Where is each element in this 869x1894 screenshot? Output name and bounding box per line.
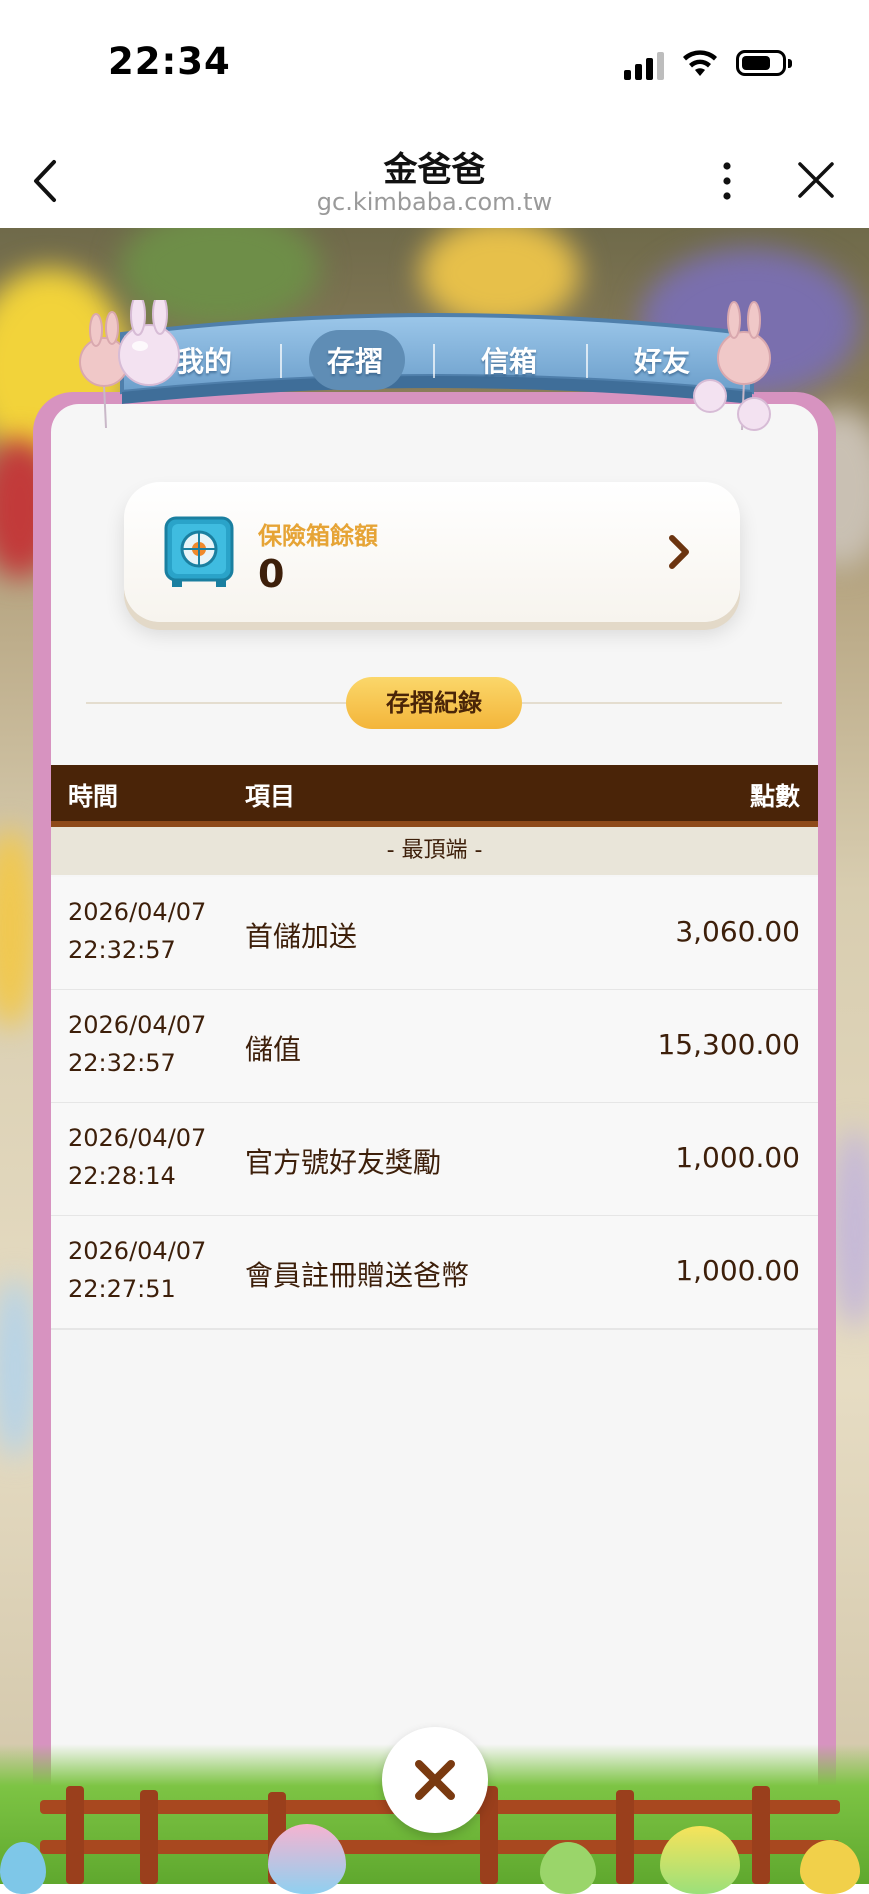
table-row: 2026/04/07 22:32:57 首儲加送 3,060.00: [51, 877, 818, 991]
column-header-time: 時間: [68, 782, 119, 811]
row-points: 1,000.00: [675, 1141, 800, 1174]
wifi-icon: [683, 50, 717, 76]
tab-divider: [280, 344, 282, 378]
tab-friends[interactable]: 好友: [634, 340, 690, 380]
section-divider: [522, 702, 782, 704]
cellular-signal-icon: [624, 50, 666, 80]
row-date: 2026/04/07: [68, 1124, 207, 1152]
easter-egg-icon: [540, 1842, 596, 1894]
browser-header: 金爸爸 gc.kimbaba.com.tw: [0, 120, 869, 228]
tab-divider: [586, 344, 588, 378]
tab-divider: [433, 344, 435, 378]
tab-passbook[interactable]: 存摺: [327, 340, 383, 380]
safe-balance-card[interactable]: 保險箱餘額 0: [124, 482, 740, 622]
row-timestamp: 2026/04/07 22:32:57: [68, 893, 206, 969]
close-x-icon: [415, 1760, 455, 1800]
fence-post: [66, 1786, 84, 1884]
safe-balance-label: 保險箱餘額: [258, 522, 378, 550]
bunny-balloon-left-icon: [79, 300, 180, 429]
safe-icon: [164, 516, 234, 587]
safe-balance-amount: 0: [258, 552, 285, 596]
close-panel-button[interactable]: [382, 1727, 488, 1833]
table-row: 2026/04/07 22:27:51 會員註冊贈送爸幣 1,000.00: [51, 1216, 818, 1330]
easter-egg-icon: [0, 1842, 46, 1894]
section-divider: [86, 702, 346, 704]
row-date: 2026/04/07: [68, 1011, 207, 1039]
row-timestamp: 2026/04/07 22:27:51: [68, 1232, 206, 1308]
table-row: 2026/04/07 22:28:14 官方號好友獎勵 1,000.00: [51, 1103, 818, 1217]
row-time: 22:28:14: [68, 1162, 176, 1190]
row-item: 官方號好友獎勵: [245, 1146, 442, 1179]
section-title: 存摺紀錄: [346, 677, 522, 729]
table-row: 2026/04/07 22:32:57 儲值 15,300.00: [51, 990, 818, 1104]
easter-egg-icon: [800, 1840, 860, 1894]
status-bar: 22:34: [0, 0, 869, 120]
status-time: 22:34: [108, 40, 231, 83]
row-points: 3,060.00: [675, 915, 800, 948]
more-options-icon[interactable]: [712, 156, 742, 206]
row-points: 1,000.00: [675, 1254, 800, 1287]
list-top-marker: - 最頂端 -: [51, 827, 818, 875]
row-item: 首儲加送: [245, 920, 358, 953]
chevron-right-icon[interactable]: [664, 532, 694, 572]
table-header: 時間 項目 點數: [51, 765, 818, 827]
row-item: 儲值: [245, 1033, 302, 1066]
fence-post: [752, 1786, 770, 1884]
tab-mine[interactable]: 我的: [176, 340, 232, 380]
row-date: 2026/04/07: [68, 1237, 207, 1265]
row-date: 2026/04/07: [68, 898, 207, 926]
row-timestamp: 2026/04/07 22:28:14: [68, 1119, 206, 1195]
row-time: 22:32:57: [68, 936, 176, 964]
close-icon[interactable]: [794, 158, 838, 202]
row-timestamp: 2026/04/07 22:32:57: [68, 1006, 206, 1082]
column-header-points: 點數: [749, 782, 800, 811]
row-item: 會員註冊贈送爸幣: [245, 1259, 470, 1292]
row-time: 22:32:57: [68, 1049, 176, 1077]
column-header-item: 項目: [245, 782, 296, 811]
battery-icon: [736, 50, 792, 76]
tab-mailbox[interactable]: 信箱: [481, 340, 537, 380]
fence-post: [616, 1790, 634, 1884]
bunny-balloon-right-icon: [693, 301, 771, 431]
fence-post: [140, 1790, 158, 1884]
row-points: 15,300.00: [657, 1028, 800, 1061]
row-time: 22:27:51: [68, 1275, 176, 1303]
